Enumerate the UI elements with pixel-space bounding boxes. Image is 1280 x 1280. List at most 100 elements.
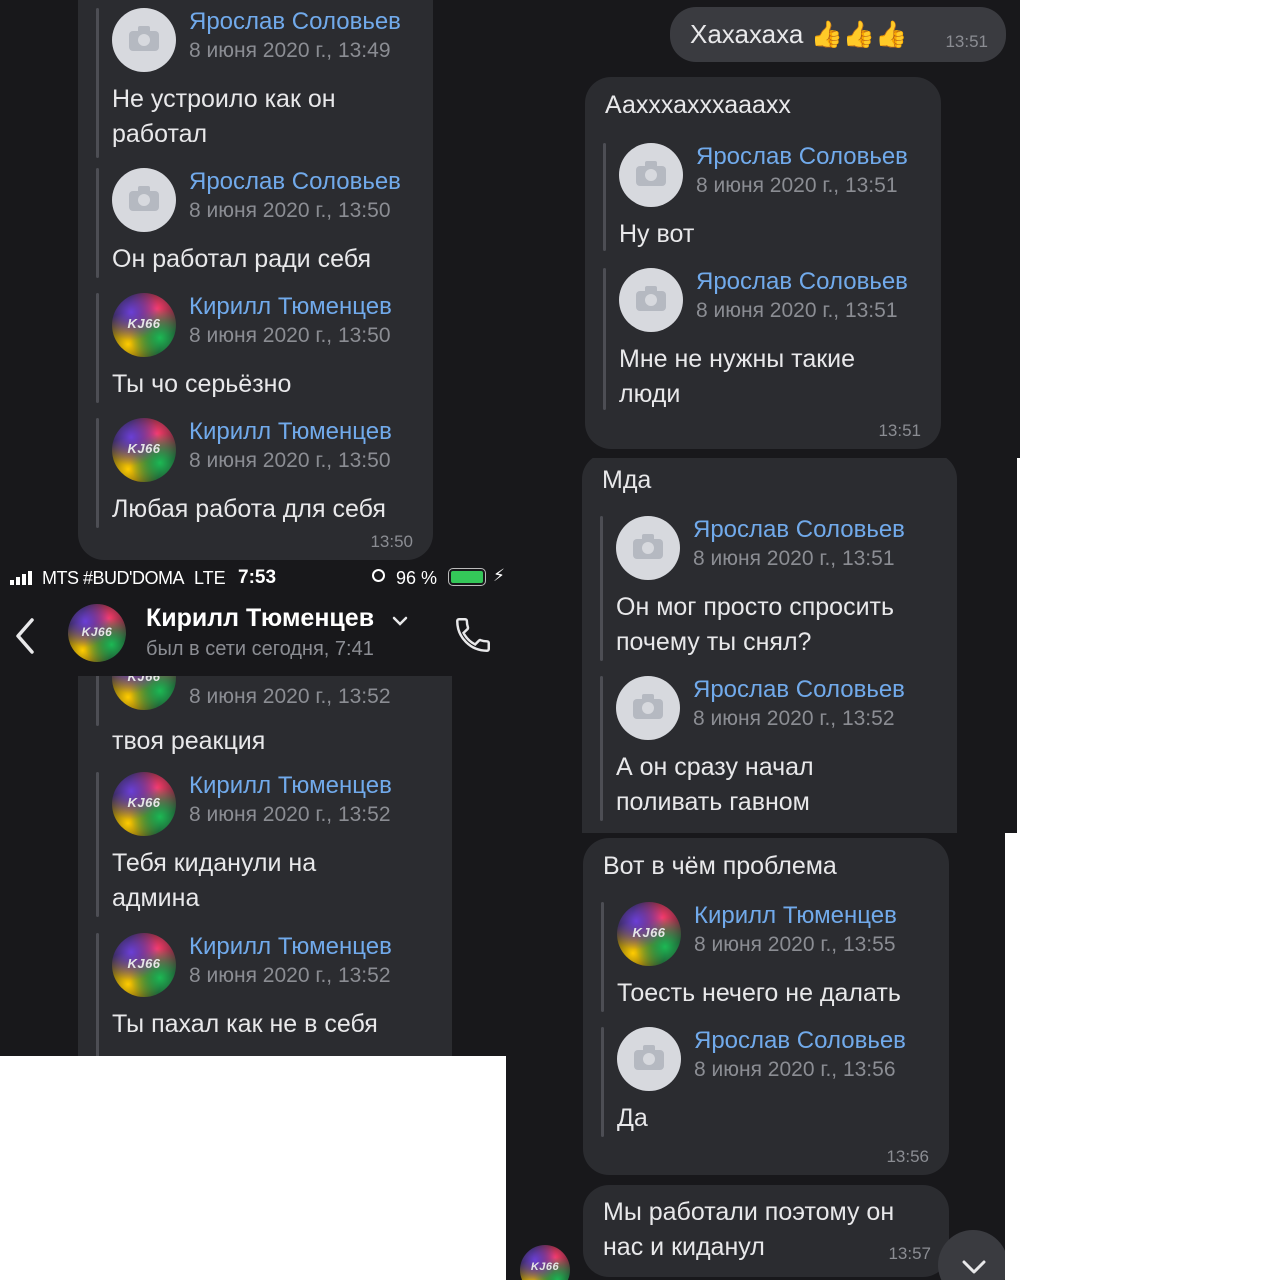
message-bubble[interactable]: Аахххахххааахх Ярослав Соловьев 8 июня 2… [585,77,941,449]
forward-author[interactable]: Ярослав Соловьев [693,674,905,706]
message-bubble[interactable]: Вот в чём проблема KJ66 Кирилл Тюменцев … [583,838,949,1175]
phone-icon[interactable] [452,614,494,656]
forward-author[interactable]: Ярослав Соловьев [694,1025,906,1057]
message-text: Аахххахххааахх [605,91,791,119]
message-time: 13:57 [888,1244,931,1263]
forward-bar [603,268,606,410]
right-middle-panel: Мда Ярослав Соловьев 8 июня 2020 г., 13:… [506,458,1017,833]
forward-date: 8 июня 2020 г., 13:50 [189,324,391,347]
forward-bar [603,143,606,251]
contact-avatar[interactable]: KJ66 [68,604,126,662]
forwarded-message[interactable]: KJ66 Кирилл Тюменцев 8 июня 2020 г., 13:… [96,933,436,1056]
left-top-panel: Ярослав Соловьев 8 июня 2020 г., 13:49 Н… [0,0,506,560]
forward-date: 8 июня 2020 г., 13:51 [696,299,898,322]
forwarded-message[interactable]: Ярослав Соловьев 8 июня 2020 г., 13:51 Н… [603,143,933,251]
forwarded-message[interactable]: Ярослав Соловьев 8 июня 2020 г., 13:49 Н… [96,8,426,158]
user-avatar[interactable]: KJ66 [520,1245,570,1280]
battery-icon [448,568,486,586]
message-time: 13:56 [886,1147,929,1166]
forward-date: 8 июня 2020 г., 13:55 [694,933,896,956]
forwarded-message[interactable]: KJ66 Кирилл Тюменцев 8 июня 2020 г., 13:… [96,418,426,528]
forward-text: Да [617,1104,648,1132]
own-message-bubble[interactable]: Хахахаха 👍👍👍 13:51 [670,7,1006,62]
forward-text: Ты пахал как не в себя [112,1010,378,1038]
signal-icon [10,571,34,585]
message-time: 13:50 [370,532,413,551]
camera-icon [112,168,176,232]
forward-date: 8 июня 2020 г., 13:52 [189,685,391,708]
message-text: Мда [602,466,652,494]
chevron-down-icon[interactable] [391,614,409,628]
user-avatar: KJ66 [112,772,176,836]
forward-date: 8 июня 2020 г., 13:52 [189,964,391,987]
forward-author[interactable]: Ярослав Соловьев [693,514,905,546]
message-bubble[interactable]: Мда Ярослав Соловьев 8 июня 2020 г., 13:… [582,458,957,833]
charging-icon: ⚡ [493,566,505,585]
forward-date: 8 июня 2020 г., 13:50 [189,199,391,222]
forwarded-message[interactable]: KJ66 Кирилл Тюменцев 8 июня 2020 г., 13:… [601,902,941,1012]
user-avatar: KJ66 [112,293,176,357]
forward-author[interactable]: Кирилл Тюменцев [189,931,392,963]
forward-bar [96,772,99,917]
forward-text: Мне не нужны такие люди [619,345,856,408]
clock: 7:53 [238,567,277,588]
forward-text: Он работал ради себя [112,245,372,273]
forward-bar [601,1027,604,1137]
message-bubble[interactable]: KJ66 8 июня 2020 г., 13:52 твоя реакция … [78,676,452,1056]
forwarded-message[interactable]: Ярослав Соловьев 8 июня 2020 г., 13:56 Д… [601,1027,941,1137]
forward-author[interactable]: Ярослав Соловьев [189,166,401,198]
forward-bar [600,516,603,661]
forward-bar [96,933,99,1056]
forward-author[interactable]: Кирилл Тюменцев [189,291,392,323]
forward-bar [96,168,99,278]
forward-text: Он мог просто спросить почему ты снял? [616,593,895,656]
alarm-icon [372,569,385,582]
forward-bar [96,8,99,158]
message-time: 13:51 [878,421,921,440]
forward-bar [600,676,603,821]
right-bottom-panel: Вот в чём проблема KJ66 Кирилл Тюменцев … [506,833,1005,1280]
forward-author[interactable]: Ярослав Соловьев [696,266,908,298]
left-bottom-panel: KJ66 8 июня 2020 г., 13:52 твоя реакция … [0,676,506,1056]
forward-bar [96,418,99,528]
chat-header: KJ66 Кирилл Тюменцев был в сети сегодня,… [0,596,506,676]
user-avatar: KJ66 [112,933,176,997]
forward-text: А он сразу начал поливать гавном [616,753,814,816]
status-bar: MTS #BUD'DOMA LTE 7:53 96 % ⚡ [0,560,506,596]
forward-author[interactable]: Ярослав Соловьев [696,141,908,173]
forwarded-message[interactable]: Ярослав Соловьев 8 июня 2020 г., 13:50 О… [96,168,426,278]
forwarded-message[interactable]: KJ66 Кирилл Тюменцев 8 июня 2020 г., 13:… [96,772,436,917]
camera-icon [616,676,680,740]
contact-name[interactable]: Кирилл Тюменцев [146,604,374,633]
forward-author[interactable]: Ярослав Соловьев [189,6,401,38]
message-bubble[interactable]: Мы работали поэтому он нас и киданул 13:5… [583,1185,949,1277]
message-time: 13:51 [945,32,988,51]
forwarded-message[interactable]: KJ66 Кирилл Тюменцев 8 июня 2020 г., 13:… [96,293,426,403]
forward-text: твоя реакция [112,727,266,755]
forward-text: Не устроило как он работал [112,85,336,148]
right-top-panel: Хахахаха 👍👍👍 13:51 Аахххахххааахх Яросла… [506,0,1020,458]
camera-icon [619,143,683,207]
forwarded-message[interactable]: Ярослав Соловьев 8 июня 2020 г., 13:52 А… [600,676,945,821]
back-icon[interactable] [12,616,38,656]
message-bubble[interactable]: Ярослав Соловьев 8 июня 2020 г., 13:49 Н… [78,0,433,560]
user-avatar: KJ66 [112,418,176,482]
camera-icon [112,8,176,72]
forwarded-message[interactable]: Ярослав Соловьев 8 июня 2020 г., 13:51 О… [600,516,945,661]
message-text: Мы работали поэтому он нас и киданул [603,1198,895,1261]
message-text: Хахахаха 👍👍👍 [690,19,908,49]
forward-date: 8 июня 2020 г., 13:51 [696,174,898,197]
forward-bar [96,293,99,403]
forwarded-message[interactable]: KJ66 8 июня 2020 г., 13:52 твоя реакция [96,676,436,755]
forward-text: Тоесть нечего не далать [617,979,901,1007]
chevron-down-icon [962,1260,986,1274]
network-type: LTE [194,568,226,588]
forward-date: 8 июня 2020 г., 13:52 [693,707,895,730]
forwarded-message[interactable]: Ярослав Соловьев 8 июня 2020 г., 13:51 М… [603,268,933,410]
forward-author[interactable]: Кирилл Тюменцев [189,770,392,802]
forward-date: 8 июня 2020 г., 13:56 [694,1058,896,1081]
forward-author[interactable]: Кирилл Тюменцев [189,416,392,448]
forward-author[interactable]: Кирилл Тюменцев [694,900,897,932]
battery-percent: 96 % [396,568,438,588]
message-text: Вот в чём проблема [603,852,837,880]
